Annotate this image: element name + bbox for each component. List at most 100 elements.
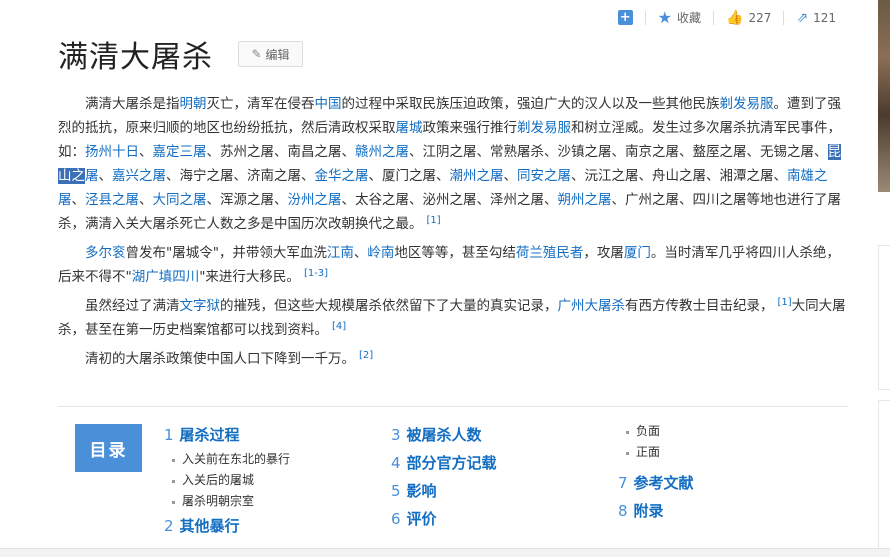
citation-link[interactable]: [1-3] [304,268,328,279]
toc-subitem[interactable]: 屠杀明朝宗室 [164,491,290,512]
inline-link[interactable]: 大同之屠 [153,192,207,208]
star-icon: ★ [657,8,672,27]
toc-number: 4 [391,454,401,472]
toc-number: 2 [164,517,174,535]
body-text: 、 [71,192,86,208]
inline-link[interactable]: 嘉定三屠 [153,144,207,160]
divider [644,10,646,25]
body-text: ，攻屠 [583,245,624,261]
citation-link[interactable]: [2] [359,350,373,361]
edit-button[interactable]: ✎ 编辑 [238,41,303,67]
toc-item-label: 影响 [406,482,437,500]
toc-item[interactable]: 4 部分官方记载 [391,449,497,477]
toc-item[interactable]: 2 其他暴行 [164,512,290,540]
inline-link[interactable]: 赣州之屠 [355,144,409,160]
toc-subitem[interactable]: 负面 [618,421,694,442]
toc-number: 8 [618,502,628,520]
plus-icon: + [617,10,633,25]
inline-link[interactable]: 金华之屠 [315,168,369,184]
inline-link[interactable]: 文字狱 [180,298,221,314]
divider [713,10,715,25]
body-text: 虽然经过了满清 [85,298,180,314]
inline-link[interactable]: 荷兰殖民者 [516,245,584,261]
body-text: 、苏州之屠、南昌之屠、 [206,144,356,160]
sidebar-panel [878,400,890,550]
share-button[interactable]: ⇗ 121 [796,10,836,26]
toc-number: 1 [164,426,174,444]
body-text: 的摧残，但这些大规模屠杀依然留下了大量的真实记录， [220,298,558,314]
inline-link[interactable]: 汾州之屠 [288,192,342,208]
collect-label: 收藏 [677,11,702,25]
paragraph-4: 清初的大屠杀政策使中国人口下降到一千万。 [2] [58,347,848,371]
toc-number: 5 [391,482,401,500]
sidebar-image [878,0,890,192]
citation-link[interactable]: [4] [332,321,346,332]
inline-link[interactable]: 湖广填四川 [132,269,200,285]
body-text: 、 [503,168,518,184]
toc-item[interactable]: 6 评价 [391,505,497,533]
inline-link[interactable]: 屠 [85,168,99,184]
paragraph-3: 虽然经过了满清文字狱的摧残，但这些大规模屠杀依然留下了大量的真实记录，广州大屠杀… [58,294,848,342]
inline-link[interactable]: 明朝 [180,96,207,112]
inline-link[interactable]: 江南 [327,245,354,261]
toc-subitem[interactable]: 正面 [618,442,694,463]
like-button[interactable]: 👍 227 [726,10,771,26]
inline-link[interactable]: 潮州之屠 [450,168,504,184]
body-text: 地区等等，甚至勾结 [394,245,516,261]
body-text: 、厦门之屠、 [368,168,450,184]
like-count: 227 [748,10,772,25]
body-text: 、 [139,192,153,208]
toc-item[interactable]: 5 影响 [391,477,497,505]
inline-link[interactable]: 广州大屠杀 [558,298,626,314]
inline-link[interactable]: 朔州之屠 [558,192,612,208]
status-bar [0,548,890,557]
toc-item[interactable]: 1 屠杀过程 [164,421,290,449]
inline-link[interactable]: 岭南 [367,245,394,261]
divider [783,10,785,25]
body-text: "来进行大移民。 [199,269,300,285]
page-title: 满清大屠杀 [58,40,213,75]
inline-link[interactable]: 屠城 [396,120,423,136]
main-content-area: + ★ 收藏 👍 227 ⇗ 121 满清大屠杀 ✎ 编辑 满清大屠杀是指明朝灭… [0,0,870,550]
body-text: 曾发布"屠城令"，并带领大军血洗 [125,245,327,261]
toc-number: 6 [391,510,401,528]
citation-link[interactable]: [1] [778,297,792,308]
inline-link[interactable]: 嘉兴之屠 [112,168,166,184]
toc-subitem[interactable]: 入关前在东北的暴行 [164,449,290,470]
inline-link[interactable]: 剃发易服 [720,96,774,112]
body-text: 的过程中采取民族压迫政策，强迫广大的汉人以及一些其他民族 [341,96,720,112]
body-text: 、 [353,245,368,261]
toc-item-label: 被屠杀人数 [406,426,482,444]
toc-item[interactable]: 7 参考文献 [618,469,694,497]
paragraph-1: 满清大屠杀是指明朝灭亡，清军在侵吞中国的过程中采取民族压迫政策，强迫广大的汉人以… [58,92,848,236]
add-button[interactable]: + [617,10,633,25]
inline-link[interactable]: 泾县之屠 [85,192,139,208]
inline-link[interactable]: 中国 [315,96,342,112]
body-text: 清初的大屠杀政策使中国人口下降到一千万。 [85,351,355,367]
toc-item-label: 其他暴行 [179,517,240,535]
sidebar-panel [878,245,890,390]
toc-number: 7 [618,474,628,492]
inline-link[interactable]: 同安之屠 [517,168,571,184]
inline-link[interactable]: 扬州十日 [85,144,139,160]
toc-item[interactable]: 3 被屠杀人数 [391,421,497,449]
citation-link[interactable]: [1] [427,215,441,226]
toc-item-label: 附录 [633,502,664,520]
paragraph-2: 多尔衮曾发布"屠城令"，并带领大军血洗江南、岭南地区等等，甚至勾结荷兰殖民者，攻… [58,241,848,289]
inline-link[interactable]: 剃发易服 [517,120,571,136]
body-text: 、沅江之屠、舟山之屠、湘潭之屠、 [571,168,787,184]
body-text: 灭亡，清军在侵吞 [206,96,315,112]
body-text: 有西方传教士目击纪录， [625,298,774,314]
toc-subitem[interactable]: 入关后的屠城 [164,470,290,491]
toc-label: 目录 [75,424,142,472]
collect-button[interactable]: ★ 收藏 [658,8,701,27]
body-text: 满清大屠杀是指 [85,96,180,112]
inline-link[interactable]: 厦门 [624,245,651,261]
body-text: 政策来强行推行 [422,120,518,136]
toc-item-label: 部分官方记载 [406,454,497,472]
inline-link[interactable]: 多尔衮 [85,245,126,261]
edit-label: 编辑 [265,47,290,62]
toc-item[interactable]: 8 附录 [618,497,694,525]
toc-item-label: 参考文献 [633,474,694,492]
body-text: 、江阴之屠、常熟屠杀、沙镇之屠、南京之屠、盩厔之屠、无锡之屠、 [409,144,828,160]
